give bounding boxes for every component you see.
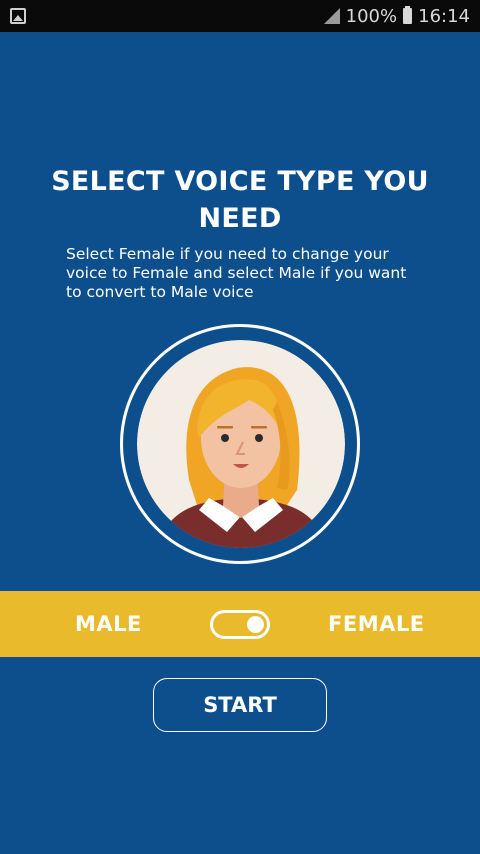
battery-percent: 100% [345,5,398,27]
female-avatar [137,340,345,548]
start-button[interactable]: START [153,678,327,732]
battery-icon [403,6,413,24]
status-right: 100% 16:14 [323,5,470,27]
female-label[interactable]: FEMALE [328,612,425,636]
page-title: SELECT VOICE TYPE YOU NEED [51,166,429,234]
status-bar: 100% 16:14 [0,0,480,32]
gender-toggle[interactable] [210,610,270,639]
status-left [10,8,26,24]
male-label[interactable]: MALE [75,612,142,636]
gallery-icon [10,8,26,24]
clock: 16:14 [418,5,470,27]
signal-icon [323,8,340,24]
page-description: Select Female if you need to change your… [66,245,407,301]
toggle-knob [247,616,264,633]
